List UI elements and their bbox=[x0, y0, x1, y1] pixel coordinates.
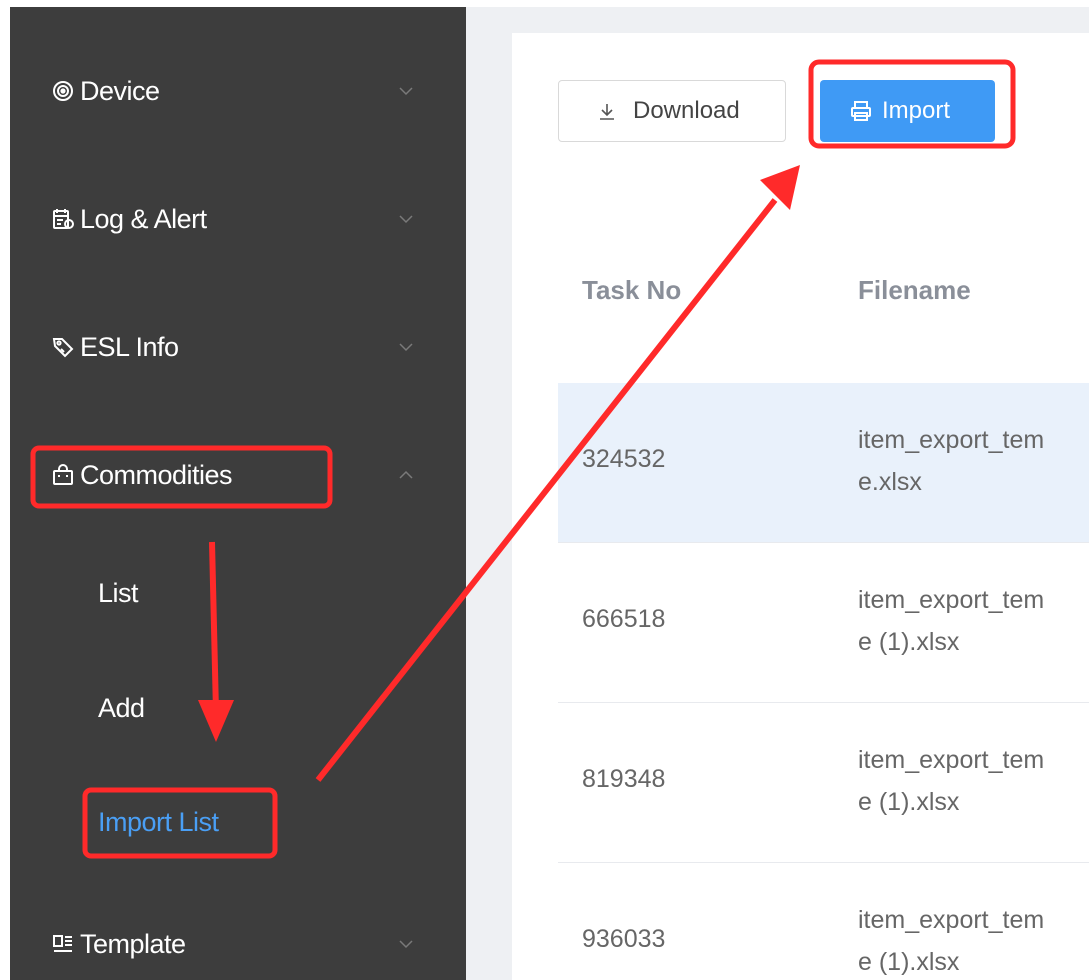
sidebar-item-label: ESL Info bbox=[80, 331, 179, 362]
table-row[interactable]: 819348 item_export_tem e (1).xlsx bbox=[558, 703, 1089, 863]
sidebar-subitem-label: Add bbox=[98, 692, 145, 723]
download-button[interactable]: Download bbox=[558, 80, 786, 142]
calendar-log-icon bbox=[52, 208, 74, 230]
left-gutter bbox=[0, 0, 10, 980]
sidebar-item-label: Template bbox=[80, 928, 186, 959]
filename-line: item_export_tem bbox=[858, 906, 1045, 934]
filename-line: item_export_tem bbox=[858, 426, 1045, 454]
shopping-bag-icon bbox=[52, 464, 74, 486]
tag-icon bbox=[52, 336, 74, 358]
sidebar-item-esl-info[interactable]: ESL Info bbox=[10, 315, 466, 379]
sidebar-subitem-add[interactable]: Add bbox=[10, 680, 466, 736]
filename-line: item_export_tem bbox=[858, 586, 1045, 614]
sidebar-subitem-import-list[interactable]: Import List bbox=[10, 794, 466, 850]
sidebar-item-template[interactable]: Template bbox=[10, 912, 466, 976]
filename-cell: item_export_tem e (1).xlsx bbox=[858, 579, 1089, 663]
sidebar-subitem-label: Import List bbox=[98, 806, 219, 837]
filename-cell: item_export_tem e (1).xlsx bbox=[858, 739, 1089, 823]
task-no-cell: 819348 bbox=[582, 765, 666, 793]
task-no-cell: 936033 bbox=[582, 925, 666, 953]
filename-cell: item_export_tem e (1).xlsx bbox=[858, 899, 1089, 980]
sidebar-item-device[interactable]: Device bbox=[10, 59, 466, 123]
app-window: Device Log & Alert ESL Info Commodities … bbox=[0, 0, 1089, 980]
filename-line: e.xlsx bbox=[858, 468, 922, 496]
table-row[interactable]: 666518 item_export_tem e (1).xlsx bbox=[558, 543, 1089, 703]
task-no-cell: 666518 bbox=[582, 605, 666, 633]
table-row[interactable]: 324532 item_export_tem e.xlsx bbox=[558, 383, 1089, 543]
sidebar: Device Log & Alert ESL Info Commodities … bbox=[10, 7, 466, 980]
filename-line: e (1).xlsx bbox=[858, 788, 960, 816]
chevron-up-icon bbox=[398, 467, 414, 483]
download-button-label: Download bbox=[633, 97, 740, 124]
task-no-cell: 324532 bbox=[582, 445, 666, 473]
printer-icon bbox=[850, 100, 872, 122]
table-row[interactable]: 936033 item_export_tem e (1).xlsx bbox=[558, 863, 1089, 980]
sidebar-subitem-list[interactable]: List bbox=[10, 565, 466, 621]
download-icon bbox=[597, 101, 617, 121]
filename-line: e (1).xlsx bbox=[858, 948, 960, 976]
sidebar-item-label: Log & Alert bbox=[80, 203, 207, 234]
import-button-label: Import bbox=[882, 97, 951, 124]
signal-icon bbox=[52, 80, 74, 102]
sidebar-item-log-alert[interactable]: Log & Alert bbox=[10, 187, 466, 251]
sidebar-item-label: Device bbox=[80, 75, 160, 106]
filename-line: e (1).xlsx bbox=[858, 628, 960, 656]
chevron-down-icon bbox=[398, 211, 414, 227]
chevron-down-icon bbox=[398, 83, 414, 99]
template-icon bbox=[52, 933, 74, 955]
filename-cell: item_export_tem e.xlsx bbox=[858, 419, 1089, 503]
chevron-down-icon bbox=[398, 936, 414, 952]
main-card: Download Import Task No Filename 324532 … bbox=[512, 33, 1089, 980]
filename-line: item_export_tem bbox=[858, 746, 1045, 774]
top-strip bbox=[0, 0, 1089, 7]
import-button[interactable]: Import bbox=[820, 80, 995, 142]
sidebar-item-commodities[interactable]: Commodities bbox=[10, 443, 466, 507]
sidebar-subitem-label: List bbox=[98, 577, 139, 608]
chevron-down-icon bbox=[398, 339, 414, 355]
sidebar-item-label: Commodities bbox=[80, 459, 233, 490]
column-header-filename: Filename bbox=[858, 275, 971, 305]
column-header-task-no: Task No bbox=[582, 275, 682, 305]
